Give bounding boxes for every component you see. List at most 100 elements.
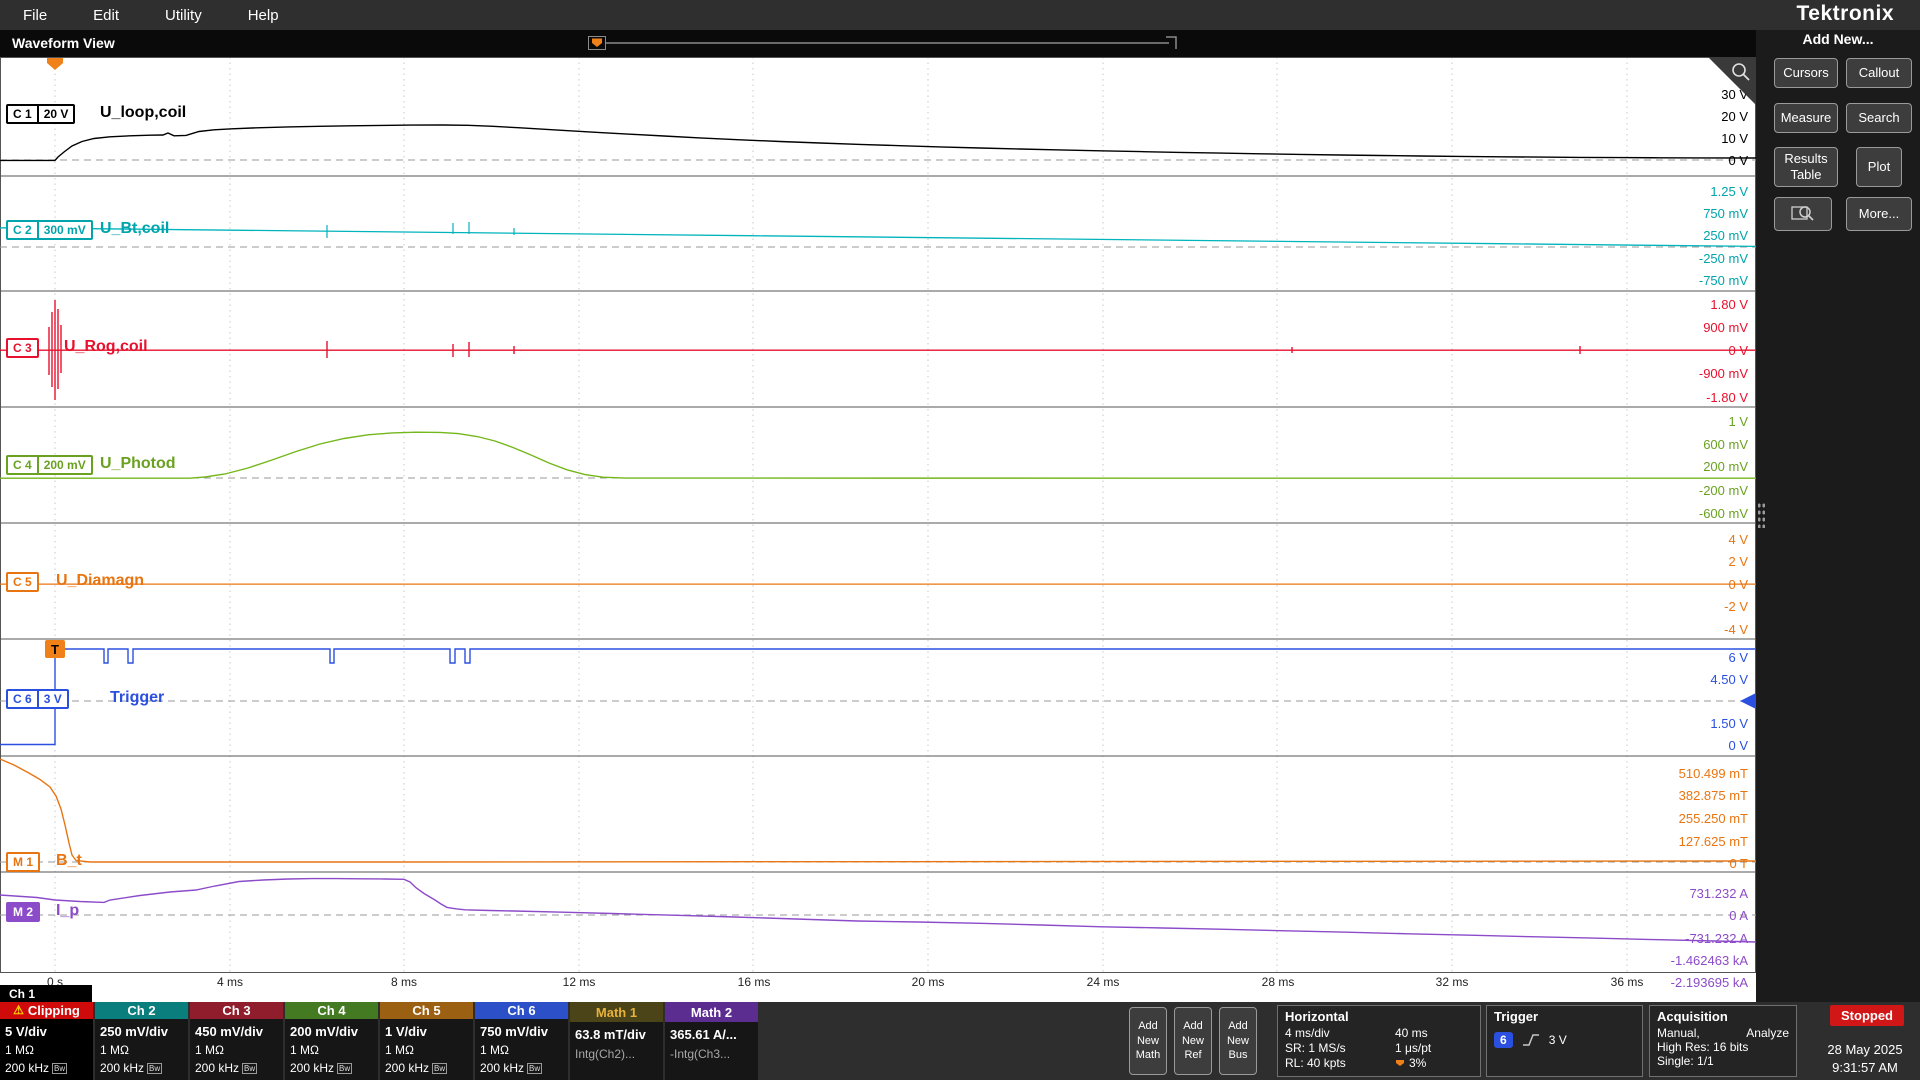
scale-label: -750 mV bbox=[1699, 273, 1748, 288]
scale-label: -250 mV bbox=[1699, 251, 1748, 266]
channel-label-m1: B_t bbox=[56, 852, 82, 870]
scale-label: 200 mV bbox=[1703, 459, 1748, 474]
rising-edge-icon bbox=[1522, 1033, 1540, 1047]
channel-badge-m1[interactable]: M 1 bbox=[6, 852, 40, 872]
channel-label-c3: U_Rog,coil bbox=[64, 338, 148, 356]
scale-label: -900 mV bbox=[1699, 366, 1748, 381]
waveform-view-header: Waveform View bbox=[0, 30, 1756, 57]
scale-label: 1.80 V bbox=[1710, 297, 1748, 312]
time-label: 24 ms bbox=[1073, 975, 1133, 989]
run-state-badge[interactable]: Stopped bbox=[1830, 1005, 1904, 1026]
badge-scale: 365.61 A/... bbox=[670, 1025, 753, 1045]
results-table-button[interactable]: Results Table bbox=[1774, 147, 1838, 187]
ch1-trace bbox=[0, 125, 1756, 160]
badge-scale: 5 V/div bbox=[5, 1022, 88, 1042]
time-label: 36 ms bbox=[1597, 975, 1657, 989]
bottom-badge-ch5[interactable]: Ch 5 1 V/div 1 MΩ 200 kHzBw bbox=[380, 1002, 473, 1080]
scale-label: -731.232 A bbox=[1685, 931, 1748, 946]
trigger-position-marker[interactable] bbox=[47, 58, 63, 70]
menu-utility[interactable]: Utility bbox=[142, 7, 225, 24]
bottom-badge-ch4[interactable]: Ch 4 200 mV/div 1 MΩ 200 kHzBw bbox=[285, 1002, 378, 1080]
scale-label: 250 mV bbox=[1703, 228, 1748, 243]
search-button[interactable]: Search bbox=[1846, 103, 1912, 133]
measure-button[interactable]: Measure bbox=[1774, 103, 1838, 133]
menu-file[interactable]: File bbox=[0, 7, 70, 24]
horizontal-position-indicator[interactable] bbox=[588, 35, 1178, 52]
scale-label: 0 A bbox=[1729, 908, 1748, 923]
badge-impedance: 1 MΩ bbox=[195, 1041, 278, 1059]
scale-label: 382.875 mT bbox=[1679, 788, 1748, 803]
bottom-badge-ch3[interactable]: Ch 3 450 mV/div 1 MΩ 200 kHzBw bbox=[190, 1002, 283, 1080]
channel-badge-c1[interactable]: C 1 20 V bbox=[6, 104, 75, 124]
cursors-button[interactable]: Cursors bbox=[1774, 58, 1838, 88]
ch2-trace bbox=[0, 228, 1756, 247]
scale-label: 1 V bbox=[1728, 414, 1748, 429]
scale-label: 10 V bbox=[1721, 131, 1748, 146]
channel-badge-scale: 20 V bbox=[37, 106, 74, 122]
zoom-corner-widget[interactable] bbox=[1708, 57, 1756, 105]
add-new-label[interactable]: Add New... bbox=[1756, 31, 1920, 47]
badge-scale: 250 mV/div bbox=[100, 1022, 183, 1042]
channel-badge-scale: 200 mV bbox=[37, 457, 91, 473]
scale-label: 2 V bbox=[1728, 554, 1748, 569]
waveform-view-title: Waveform View bbox=[12, 35, 115, 51]
badge-header: Ch 5 bbox=[412, 1003, 440, 1018]
acquisition-analyze: Analyze bbox=[1746, 1026, 1789, 1040]
channel-badge-c3[interactable]: C 3 bbox=[6, 338, 39, 358]
trigger-t-badge[interactable]: T bbox=[45, 640, 65, 658]
zoom-button[interactable] bbox=[1774, 197, 1832, 231]
bottom-badge-ch1[interactable]: ⚠ Clipping 5 V/div 1 MΩ 200 kHzBw bbox=[0, 1002, 93, 1080]
selected-channel-tab[interactable]: Ch 1 bbox=[0, 985, 92, 1002]
horizontal-position: 3% bbox=[1409, 1056, 1426, 1070]
ch2-spikes bbox=[327, 222, 514, 238]
ch6-trace bbox=[0, 649, 1756, 745]
channel-label-m2: I_p bbox=[56, 902, 79, 920]
horizontal-scale: 4 ms/div bbox=[1285, 1026, 1395, 1040]
more-button[interactable]: More... bbox=[1846, 197, 1912, 231]
bottom-badge-ch6[interactable]: Ch 6 750 mV/div 1 MΩ 200 kHzBw bbox=[475, 1002, 568, 1080]
time-axis: 0 s 4 ms 8 ms 12 ms 16 ms 20 ms 24 ms 28… bbox=[0, 973, 1756, 1002]
add-new-math-button[interactable]: Add New Math bbox=[1129, 1007, 1167, 1075]
acquisition-title: Acquisition bbox=[1657, 1009, 1789, 1024]
trigger-panel[interactable]: Trigger 6 3 V bbox=[1486, 1005, 1643, 1077]
menu-help[interactable]: Help bbox=[225, 7, 302, 24]
scale-label: 1.25 V bbox=[1710, 184, 1748, 199]
scale-label: 0 V bbox=[1728, 738, 1748, 753]
waveform-view: Waveform View bbox=[0, 30, 1756, 1002]
time-label: 20 ms bbox=[898, 975, 958, 989]
bottom-badge-ch2[interactable]: Ch 2 250 mV/div 1 MΩ 200 kHzBw bbox=[95, 1002, 188, 1080]
time-label: 9:31:57 AM bbox=[1810, 1059, 1920, 1077]
plot-button[interactable]: Plot bbox=[1856, 147, 1902, 187]
time-label: 12 ms bbox=[549, 975, 609, 989]
channel-badge-c5[interactable]: C 5 bbox=[6, 572, 39, 592]
expansion-point-icon bbox=[592, 39, 602, 48]
channel-badge-c4[interactable]: C 4 200 mV bbox=[6, 455, 93, 475]
add-new-ref-button[interactable]: Add New Ref bbox=[1174, 1007, 1212, 1075]
channel-badge-c2[interactable]: C 2 300 mV bbox=[6, 220, 93, 240]
bottom-badge-math1[interactable]: Math 1 63.8 mT/div Intg(Ch2)... bbox=[570, 1002, 663, 1080]
channel-badge-c6[interactable]: C 6 3 V bbox=[6, 689, 69, 709]
scale-label: 255.250 mT bbox=[1679, 811, 1748, 826]
scale-label: 600 mV bbox=[1703, 437, 1748, 452]
horizontal-resolution: 1 μs/pt bbox=[1395, 1041, 1473, 1055]
trigger-level-arrow[interactable] bbox=[1740, 693, 1756, 709]
scale-label: -1.80 V bbox=[1706, 390, 1748, 405]
callout-button[interactable]: Callout bbox=[1846, 58, 1912, 88]
channel-badge-scale: 3 V bbox=[37, 691, 67, 707]
panel-splitter-handle[interactable] bbox=[1757, 502, 1766, 528]
horizontal-record-length: RL: 40 kpts bbox=[1285, 1056, 1395, 1070]
baseline-dashes bbox=[0, 160, 1756, 915]
menu-edit[interactable]: Edit bbox=[70, 7, 142, 24]
badge-function: Intg(Ch2)... bbox=[575, 1045, 658, 1063]
horizontal-sample-rate: SR: 1 MS/s bbox=[1285, 1041, 1395, 1055]
scale-label: -1.462463 kA bbox=[1671, 953, 1748, 968]
acquisition-panel[interactable]: Acquisition Manual, Analyze High Res: 16… bbox=[1649, 1005, 1797, 1077]
math2-trace bbox=[0, 879, 1756, 942]
bottom-badge-math2[interactable]: Math 2 365.61 A/... -Intg(Ch3... bbox=[665, 1002, 758, 1080]
bandwidth-badge: Bw bbox=[147, 1063, 162, 1074]
add-new-bus-button[interactable]: Add New Bus bbox=[1219, 1007, 1257, 1075]
horizontal-panel[interactable]: Horizontal 4 ms/div 40 ms SR: 1 MS/s 1 μ… bbox=[1277, 1005, 1481, 1077]
badge-scale: 450 mV/div bbox=[195, 1022, 278, 1042]
channel-badge-m2[interactable]: M 2 bbox=[6, 902, 40, 922]
horizontal-span: 40 ms bbox=[1395, 1026, 1473, 1040]
